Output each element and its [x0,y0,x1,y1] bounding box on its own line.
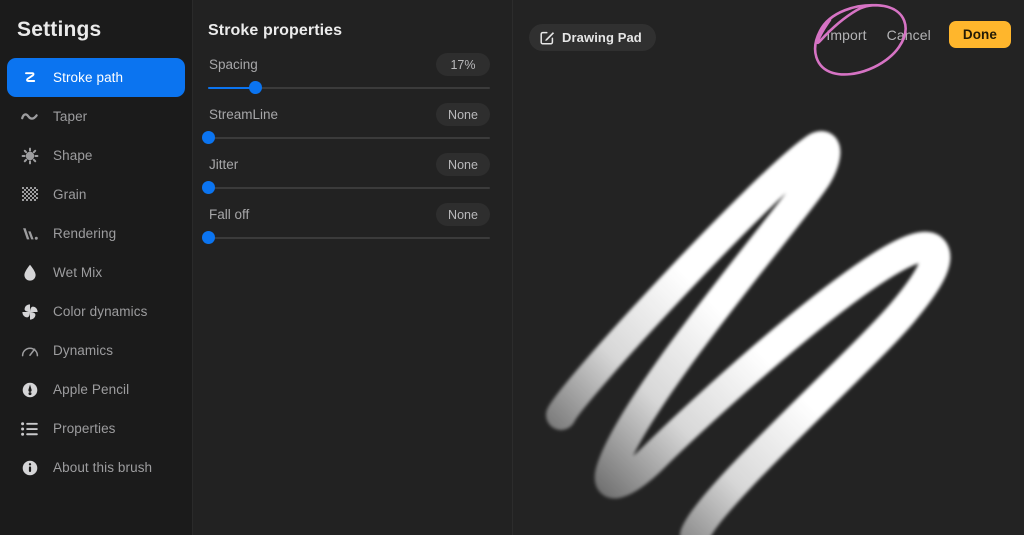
slider-value-badge: None [436,203,490,226]
slider-value-badge: None [436,153,490,176]
sidebar-item-label: Shape [53,147,93,163]
slider-header: StreamLine None [208,103,490,129]
slider-header: Jitter None [208,153,490,179]
sidebar-item-label: Grain [53,186,87,202]
slider-header: Fall off None [208,203,490,229]
sidebar-item-wet-mix[interactable]: Wet Mix [7,253,185,292]
panel-title: Stroke properties [208,22,343,39]
drawing-pad-label: Drawing Pad [562,30,642,45]
water-drop-icon [19,262,41,284]
sidebar-item-dynamics[interactable]: Dynamics [7,331,185,370]
sidebar-item-stroke-path[interactable]: Stroke path [7,58,185,97]
sidebar-item-about-this-brush[interactable]: About this brush [7,448,185,487]
import-button[interactable]: Import [816,23,876,47]
sidebar-item-label: Stroke path [53,69,124,85]
grain-texture-icon [19,184,41,206]
info-circle-icon [19,457,41,479]
slider-track [208,187,490,189]
drawing-pad-button[interactable]: Drawing Pad [529,24,656,51]
sidebar-item-color-dynamics[interactable]: Color dynamics [7,292,185,331]
sidebar-item-label: Dynamics [53,342,114,358]
sidebar-item-label: Taper [53,108,88,124]
speedometer-icon [19,340,41,362]
jitter-slider[interactable] [201,181,490,195]
sidebar-item-label: Color dynamics [53,303,148,319]
sidebar-item-taper[interactable]: Taper [7,97,185,136]
slider-thumb[interactable] [201,231,215,244]
list-lines-icon [19,418,41,440]
canvas-action-bar: Import Cancel Done [816,21,1011,48]
rendering-icon [19,223,41,245]
slider-label: Fall off [209,207,250,222]
slider-thumb[interactable] [201,181,215,194]
slider-group-streamline: StreamLine None [201,103,490,155]
slider-label: Spacing [209,57,258,72]
slider-value-badge: 17% [436,53,490,76]
sidebar-item-apple-pencil[interactable]: Apple Pencil [7,370,185,409]
sidebar-item-label: Apple Pencil [53,381,130,397]
fall-off-slider[interactable] [201,231,490,245]
page-title: Settings [17,18,102,41]
sidebar-item-rendering[interactable]: Rendering [7,214,185,253]
slider-value-badge: None [436,103,490,126]
sidebar-item-grain[interactable]: Grain [7,175,185,214]
brush-preview-canvas[interactable]: Drawing Pad Import Cancel Done [513,0,1024,535]
brush-stroke-preview [546,131,951,535]
cancel-button[interactable]: Cancel [877,23,941,47]
slider-group-spacing: Spacing 17% [208,53,490,105]
shape-starburst-icon [19,145,41,167]
brush-studio-window: Settings Stroke path Taper Shape Grain R… [0,0,1024,535]
slider-group-jitter: Jitter None [201,153,490,205]
sidebar-item-properties[interactable]: Properties [7,409,185,448]
settings-sidebar: Settings Stroke path Taper Shape Grain R… [0,0,193,535]
sidebar-nav-list: Stroke path Taper Shape Grain Rendering … [0,58,192,487]
slider-label: StreamLine [209,107,279,122]
slider-list: Spacing 17% StreamLine None Jitter None … [201,53,490,255]
taper-wave-icon [19,106,41,128]
stroke-properties-panel: Stroke properties Spacing 17% StreamLine… [193,0,513,535]
slider-thumb[interactable] [249,81,263,94]
slider-track [208,137,490,139]
stroke-path-icon [19,67,41,89]
slider-thumb[interactable] [201,131,215,144]
slider-group-fall-off: Fall off None [201,203,490,255]
slider-label: Jitter [209,157,239,172]
sidebar-item-shape[interactable]: Shape [7,136,185,175]
compose-square-pencil-icon [540,30,555,45]
sidebar-item-label: About this brush [53,459,153,475]
streamline-slider[interactable] [201,131,490,145]
apple-pencil-icon [19,379,41,401]
spacing-slider[interactable] [208,81,490,95]
slider-track [208,237,490,239]
done-button[interactable]: Done [948,21,1011,48]
sidebar-item-label: Properties [53,420,116,436]
slider-header: Spacing 17% [208,53,490,79]
sidebar-item-label: Wet Mix [53,264,103,280]
sidebar-item-label: Rendering [53,225,117,241]
color-dynamics-icon [19,301,41,323]
